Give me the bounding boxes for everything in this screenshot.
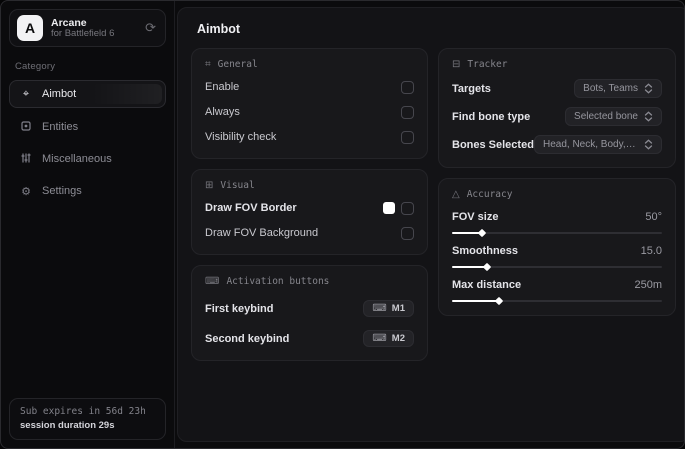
dropdown-value: Selected bone [574,111,638,122]
setting-label: Enable [205,81,240,93]
section-title: Visual [220,180,255,191]
slider-row-smoothness: Smoothness 15.0 [452,245,662,268]
sidebar: A Arcane for Battlefield 6 ⟳ Category ⌖ … [1,1,175,448]
slider-row-max-distance: Max distance 250m [452,279,662,302]
section-title: Tracker [467,59,508,70]
setting-row-find-bone-type: Find bone type Selected bone [452,107,662,126]
enable-checkbox[interactable] [401,80,414,94]
dropdown-value: Head, Neck, Body, Pe.. [543,139,638,150]
fov-size-slider[interactable] [452,232,662,234]
sliders-icon [19,152,33,167]
tracker-icon: ⊟ [452,59,461,70]
keyboard-icon: ⌨ [372,303,387,314]
sidebar-item-aimbot[interactable]: ⌖ Aimbot [9,80,166,108]
sidebar-item-settings[interactable]: ⚙ Settings [9,178,166,204]
general-icon: ⌗ [205,59,211,70]
entities-icon [19,120,33,135]
max-distance-slider[interactable] [452,300,662,302]
category-label: Category [15,61,56,72]
setting-row-bones-selected: Bones Selected Head, Neck, Body, Pe.. [452,135,662,154]
app-subtitle: for Battlefield 6 [51,27,115,39]
sidebar-item-entities[interactable]: Entities [9,114,166,140]
setting-label: Always [205,106,240,118]
setting-label: Targets [452,82,491,95]
section-title: General [217,59,258,70]
sidebar-item-label: Settings [42,185,82,197]
brand-card: A Arcane for Battlefield 6 ⟳ [9,9,166,47]
setting-label: Second keybind [205,332,290,345]
visibility-check-checkbox[interactable] [401,130,414,144]
crosshair-icon: ⌖ [22,87,30,100]
setting-label: Bones Selected [452,138,534,151]
visual-card: ⊞ Visual Draw FOV Border Draw FOV Backgr… [191,169,428,255]
setting-row-enable: Enable [205,79,414,95]
find-bone-type-dropdown[interactable]: Selected bone [565,107,662,126]
smoothness-slider[interactable] [452,266,662,268]
keybind-value: M2 [391,333,405,344]
setting-row-draw-fov-background: Draw FOV Background [205,225,414,241]
accuracy-icon: △ [452,189,460,200]
setting-label: Visibility check [205,131,277,143]
page-title: Aimbot [197,22,241,36]
setting-label: First keybind [205,302,274,315]
refresh-icon[interactable]: ⟳ [143,20,158,36]
setting-label: Max distance [452,279,522,291]
fov-border-color-swatch[interactable] [383,202,395,214]
second-keybind-button[interactable]: ⌨ M2 [363,330,414,347]
first-keybind-button[interactable]: ⌨ M1 [363,300,414,317]
section-title: Activation buttons [226,276,330,287]
setting-row-second-keybind: Second keybind ⌨ M2 [205,330,414,347]
app-name: Arcane [51,16,87,29]
setting-label: Find bone type [452,110,531,123]
sub-expiry-text: Sub expires in 56d 23h [20,406,146,417]
chevron-up-down-icon [644,111,653,122]
dropdown-value: Bots, Teams [583,83,638,94]
setting-label: Draw FOV Background [205,227,319,239]
chevron-up-down-icon [644,83,653,94]
sidebar-item-label: Miscellaneous [42,153,112,165]
tracker-card: ⊟ Tracker Targets Bots, Teams Find bone … [438,48,676,168]
targets-dropdown[interactable]: Bots, Teams [574,79,662,98]
sidebar-item-miscellaneous[interactable]: Miscellaneous [9,146,166,172]
general-card: ⌗ General Enable Always Visibility check [191,48,428,159]
slider-row-fov-size: FOV size 50° [452,211,662,234]
setting-label: Smoothness [452,245,519,257]
setting-row-targets: Targets Bots, Teams [452,79,662,98]
slider-fill [452,300,499,302]
draw-fov-border-checkbox[interactable] [401,201,414,215]
bones-selected-dropdown[interactable]: Head, Neck, Body, Pe.. [534,135,662,154]
left-column: ⌗ General Enable Always Visibility check [191,48,428,361]
setting-row-always: Always [205,104,414,120]
setting-label: FOV size [452,211,499,223]
sidebar-item-label: Aimbot [42,88,77,100]
setting-row-draw-fov-border: Draw FOV Border [205,200,414,216]
gear-icon: ⚙ [21,185,31,198]
slider-fill [452,232,482,234]
sidebar-item-label: Entities [42,121,79,133]
sidebar-nav: ⌖ Aimbot Entities Miscellaneous ⚙ Settin… [9,80,166,204]
setting-label: Draw FOV Border [205,202,297,214]
accuracy-card: △ Accuracy FOV size 50° Smoothness 15.0 … [438,178,676,316]
slider-value: 250m [634,279,662,291]
subscription-info: Sub expires in 56d 23h session duration … [9,398,166,440]
session-duration-text: session duration 29s [20,420,115,431]
section-title: Accuracy [466,189,513,200]
keyboard-icon: ⌨ [205,276,220,287]
setting-row-visibility-check: Visibility check [205,129,414,145]
app-logo: A [17,15,43,41]
main-panel: Aimbot ⌗ General Enable Always Visibilit… [177,7,684,442]
slider-value: 15.0 [640,245,662,257]
draw-fov-background-checkbox[interactable] [401,226,414,240]
app-window: A Arcane for Battlefield 6 ⟳ Category ⌖ … [0,0,685,449]
slider-value: 50° [645,211,662,223]
keybind-value: M1 [391,303,405,314]
keyboard-icon: ⌨ [372,333,387,344]
activation-buttons-card: ⌨ Activation buttons First keybind ⌨ M1 … [191,265,428,361]
chevron-up-down-icon [644,139,653,150]
visual-icon: ⊞ [205,180,214,191]
setting-row-first-keybind: First keybind ⌨ M1 [205,300,414,317]
slider-fill [452,266,486,268]
right-column: ⊟ Tracker Targets Bots, Teams Find bone … [438,48,676,316]
always-checkbox[interactable] [401,105,414,119]
